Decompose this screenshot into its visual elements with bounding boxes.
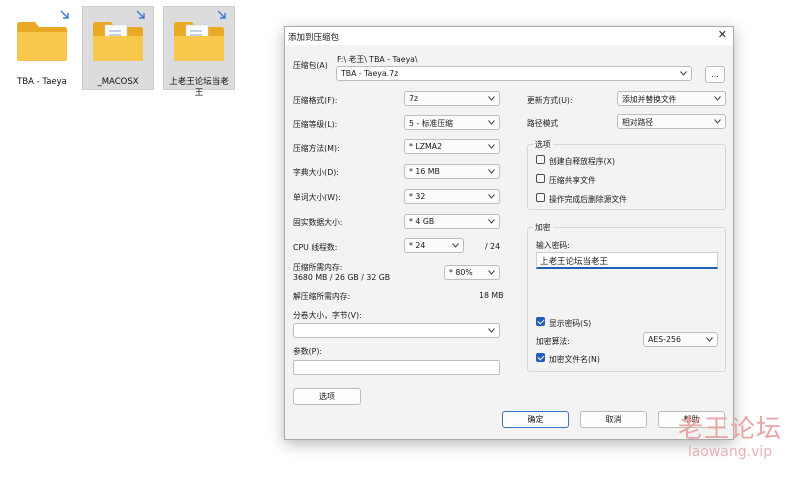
encryption-method-value: AES-256: [648, 335, 681, 344]
chevron-down-icon: [680, 71, 687, 76]
update-mode-label: 更新方式(U):: [527, 96, 573, 105]
parameters-label: 参数(P):: [293, 347, 323, 356]
memory-percent-value: * 80%: [449, 268, 473, 277]
method-label: 压缩方法(M):: [293, 144, 340, 153]
sfx-label: 创建自释放程序(X): [549, 157, 616, 166]
site-watermark: 老王论坛 laowang.vip: [678, 414, 782, 460]
update-mode-select[interactable]: 添加并替换文件: [617, 91, 726, 106]
memory-percent-select[interactable]: * 80%: [444, 265, 500, 280]
level-label: 压缩等级(L):: [293, 120, 338, 129]
watermark-title: 老王论坛: [677, 414, 782, 443]
split-size-combo[interactable]: [293, 323, 500, 338]
folder-laowang[interactable]: 上老王论坛当老王: [163, 6, 235, 98]
cancel-button[interactable]: 取消: [580, 411, 647, 428]
dictionary-value: * 16 MB: [409, 167, 440, 176]
delete-after-checkbox[interactable]: [536, 193, 545, 202]
chevron-down-icon: [488, 194, 495, 199]
level-select[interactable]: 5 - 标准压缩: [404, 115, 500, 130]
parameters-input[interactable]: [293, 360, 500, 375]
solid-block-label: 固实数据大小:: [293, 218, 343, 227]
folder-with-files-icon: [174, 22, 224, 61]
archive-path: F:\ 老王\ TBA - Taeya\: [337, 55, 418, 64]
decompress-memory-label: 解压缩所需内存:: [293, 292, 351, 301]
update-mode-value: 添加并替换文件: [622, 95, 677, 104]
watermark-url: laowang.vip: [687, 444, 773, 460]
word-size-value: * 32: [409, 192, 426, 201]
format-label: 压缩格式(F):: [293, 96, 338, 105]
password-label: 输入密码:: [536, 241, 570, 250]
folder-icon: [17, 22, 67, 61]
shared-files-checkbox[interactable]: [536, 174, 545, 183]
folder-tba-taeya[interactable]: TBA - Taeya: [6, 6, 78, 90]
options-group-title: 选项: [533, 139, 553, 150]
chevron-down-icon: [714, 96, 721, 101]
folder-with-files-icon: [93, 22, 143, 61]
ok-button[interactable]: 确定: [502, 411, 569, 428]
path-mode-value: 相对路径: [622, 118, 654, 127]
cpu-threads-label: CPU 线程数:: [293, 243, 338, 252]
chevron-down-icon: [452, 243, 459, 248]
show-password-checkbox[interactable]: [536, 317, 545, 326]
add-to-archive-dialog: 添加到压缩包 ✕ 压缩包(A) F:\ 老王\ TBA - Taeya\ TBA…: [284, 26, 734, 440]
browse-button[interactable]: ...: [705, 66, 725, 83]
method-select[interactable]: * LZMA2: [404, 139, 500, 154]
path-mode-select[interactable]: 相对路径: [617, 114, 726, 129]
cpu-threads-select[interactable]: * 24: [404, 238, 464, 253]
archive-name-value: TBA - Taeya.7z: [341, 69, 399, 78]
delete-after-label: 操作完成后删除源文件: [549, 195, 627, 204]
dictionary-label: 字典大小(D):: [293, 168, 339, 177]
shared-files-label: 压缩共享文件: [549, 176, 596, 185]
encrypt-names-checkbox[interactable]: [536, 353, 545, 362]
folder-macosx[interactable]: _MACOSX: [82, 6, 154, 90]
encrypt-names-label: 加密文件名(N): [549, 355, 600, 364]
sfx-checkbox[interactable]: [536, 155, 545, 164]
word-size-select[interactable]: * 32: [404, 189, 500, 204]
format-value: 7z: [409, 94, 419, 103]
path-mode-label: 路径模式: [527, 119, 559, 128]
archive-label: 压缩包(A): [293, 61, 328, 70]
close-icon[interactable]: ✕: [718, 28, 727, 41]
solid-block-select[interactable]: * 4 GB: [404, 214, 500, 229]
word-size-label: 单词大小(W):: [293, 193, 341, 202]
encryption-method-select[interactable]: AES-256: [643, 332, 718, 347]
chevron-down-icon: [488, 169, 495, 174]
chevron-down-icon: [488, 270, 495, 275]
format-select[interactable]: 7z: [404, 91, 500, 106]
chevron-down-icon: [488, 96, 495, 101]
chevron-down-icon: [488, 120, 495, 125]
folder-name: 上老王论坛当老王: [169, 77, 229, 98]
options-button[interactable]: 选项: [293, 388, 361, 405]
split-size-label: 分卷大小，字节(V):: [293, 311, 362, 320]
archive-name-combo[interactable]: TBA - Taeya.7z: [336, 66, 692, 81]
dictionary-select[interactable]: * 16 MB: [404, 164, 500, 179]
chevron-down-icon: [488, 144, 495, 149]
encryption-method-label: 加密算法:: [536, 337, 570, 346]
chevron-down-icon: [488, 328, 495, 333]
decompress-memory-value: 18 MB: [479, 291, 504, 300]
encryption-group-title: 加密: [533, 222, 553, 233]
solid-block-value: * 4 GB: [409, 217, 435, 226]
folder-name: _MACOSX: [97, 77, 139, 87]
chevron-down-icon: [706, 337, 713, 342]
show-password-label: 显示密码(S): [549, 319, 592, 328]
cpu-threads-total: / 24: [485, 242, 501, 251]
memory-value: 3680 MB / 26 GB / 32 GB: [293, 273, 391, 282]
chevron-down-icon: [488, 219, 495, 224]
level-value: 5 - 标准压缩: [409, 119, 453, 128]
dialog-title: 添加到压缩包: [288, 33, 340, 43]
chevron-down-icon: [714, 119, 721, 124]
title-bar: 添加到压缩包 ✕: [285, 27, 733, 45]
method-value: * LZMA2: [409, 142, 443, 151]
folder-name: TBA - Taeya: [17, 77, 67, 87]
password-input[interactable]: 上老王论坛当老王: [536, 252, 718, 269]
memory-label: 压缩所需内存:: [293, 263, 343, 272]
cpu-threads-value: * 24: [409, 241, 426, 250]
